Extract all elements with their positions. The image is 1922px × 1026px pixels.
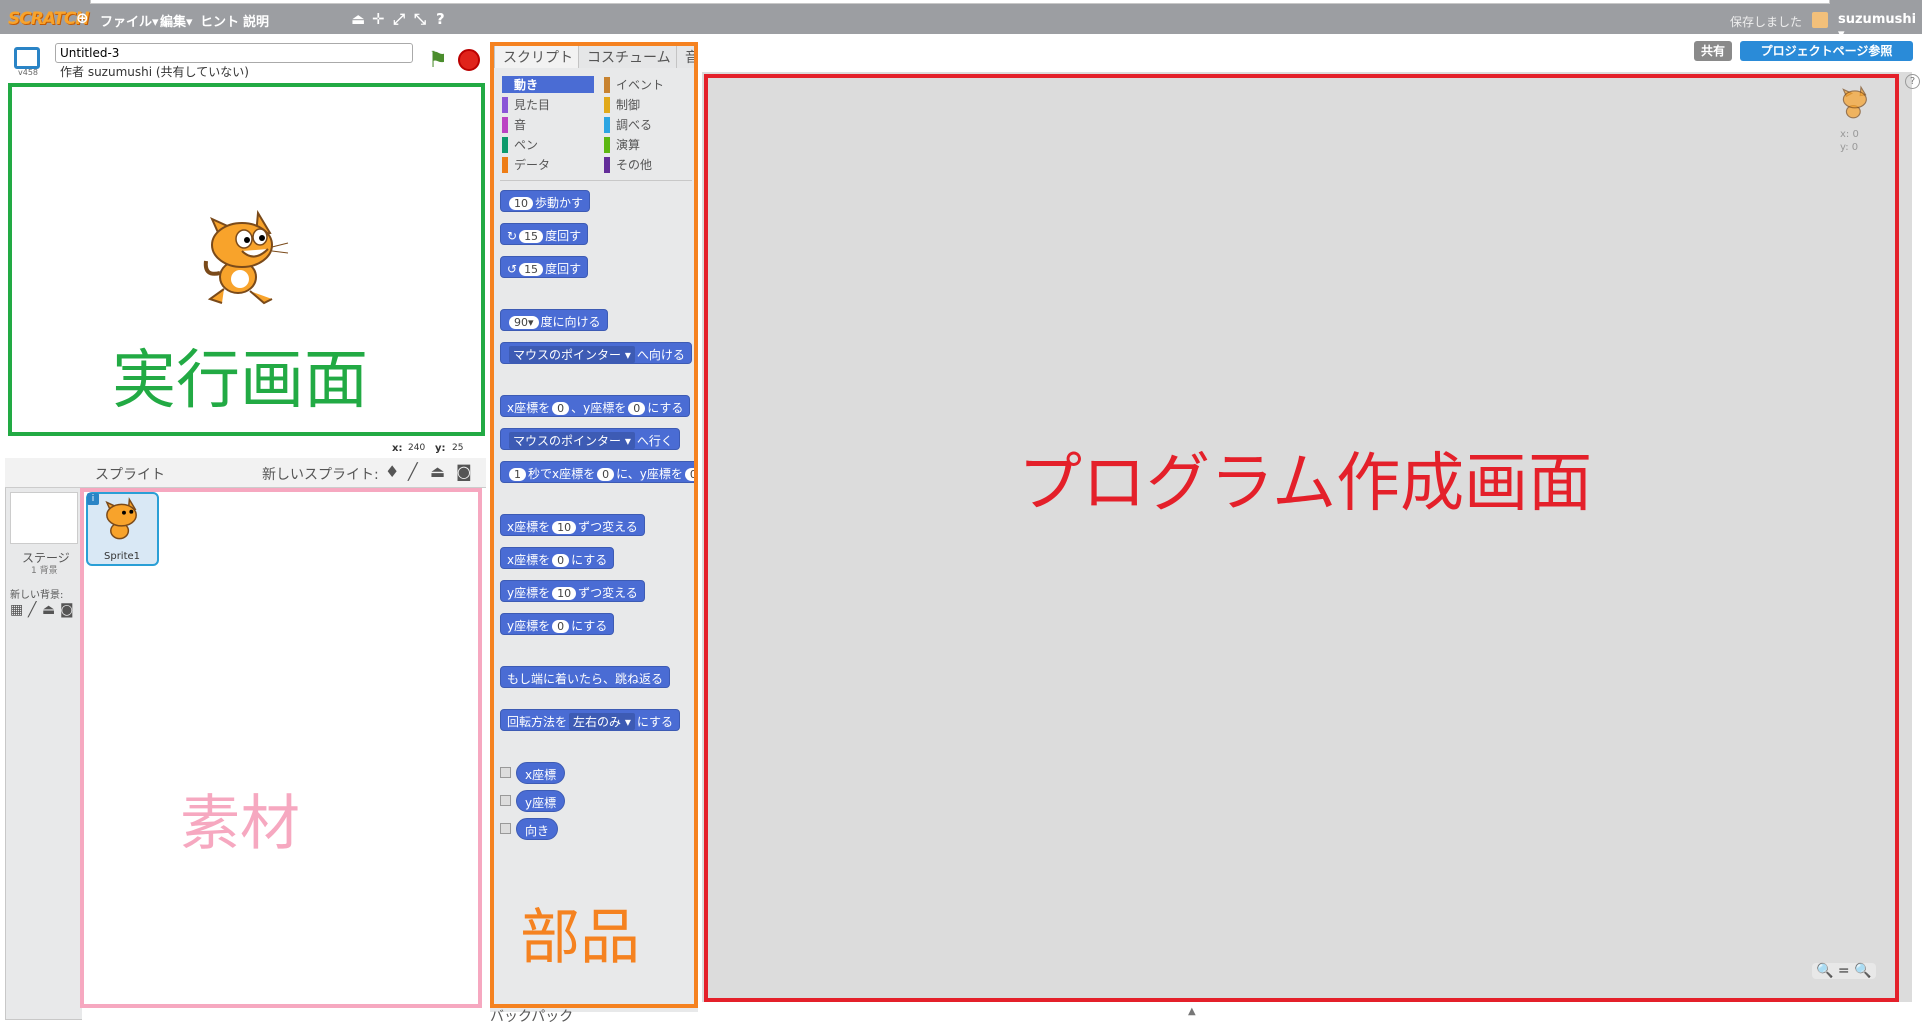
grow-icon[interactable]: ⤢ (393, 10, 405, 28)
annotation-material: 素材 (180, 789, 300, 859)
camera-sprite-icon[interactable]: ◙ (456, 462, 472, 481)
menu-file[interactable]: ファイル▾ (100, 11, 159, 30)
version-label: v458 (18, 68, 39, 77)
menu-edit[interactable]: 編集▾ (160, 11, 193, 30)
backpack-toggle-icon[interactable]: ▲ (1188, 1006, 1196, 1017)
user-menu[interactable]: suzumushi ▾ (1838, 12, 1922, 42)
program-highlight-box (704, 74, 1899, 1002)
author-label: 作者 suzumushi (共有していない) (60, 65, 249, 79)
cat-sprite[interactable] (198, 207, 292, 307)
green-flag-icon[interactable]: ⚑ (428, 48, 448, 73)
globe-icon[interactable]: ⊕ (76, 9, 89, 27)
cut-icon[interactable]: ✛ (372, 10, 385, 28)
stage-x-value: 240 (408, 443, 426, 453)
sprite-library-icon[interactable]: ♦ (385, 462, 399, 481)
project-page-button[interactable]: プロジェクトページ参照 (1740, 41, 1913, 61)
sprite-pane-title: スプライト (95, 467, 165, 483)
browser-strip (90, 0, 1830, 4)
stage-thumbnail[interactable] (10, 492, 78, 544)
backpack-label[interactable]: バックパック (490, 1006, 573, 1026)
stage-x-label: x: (392, 443, 403, 454)
menu-about[interactable]: 説明 (243, 11, 269, 30)
backdrop-library-icon[interactable]: ▦ (10, 602, 23, 618)
shrink-icon[interactable]: ⤡ (414, 10, 426, 28)
parts-highlight-box (490, 42, 698, 1008)
paint-backdrop-icon[interactable]: ╱ (28, 602, 36, 618)
stop-icon[interactable] (458, 49, 480, 71)
upload-sprite-icon[interactable]: ⏏ (430, 462, 445, 481)
duplicate-icon[interactable]: ⏏ (351, 10, 365, 28)
upload-backdrop-icon[interactable]: ⏏ (42, 602, 55, 618)
new-sprite-label: 新しいスプライト: (262, 467, 379, 483)
new-backdrop-label: 新しい背景: (10, 590, 64, 601)
menu-tips[interactable]: ヒント (200, 11, 239, 30)
backdrop-count: 1 背景 (31, 566, 58, 576)
project-title-input[interactable] (55, 43, 413, 63)
fullscreen-icon[interactable] (14, 47, 40, 69)
menu-bar (0, 0, 1922, 34)
material-highlight-box (80, 488, 482, 1008)
paint-sprite-icon[interactable]: ╱ (408, 462, 418, 481)
user-avatar (1812, 12, 1828, 28)
help-icon[interactable]: ? (1905, 74, 1920, 89)
share-button[interactable]: 共有 (1694, 41, 1732, 61)
stage-y-value: 25 (452, 443, 464, 453)
annotation-stage: 実行画面 (112, 344, 368, 418)
save-status: 保存しました (1730, 15, 1803, 29)
stage-y-label: y: (435, 443, 446, 454)
annotation-program: プログラム作成画面 (1018, 447, 1593, 521)
annotation-parts: 部品 (520, 903, 640, 973)
camera-backdrop-icon[interactable]: ◙ (60, 602, 74, 618)
help-icon[interactable]: ? (436, 10, 445, 28)
